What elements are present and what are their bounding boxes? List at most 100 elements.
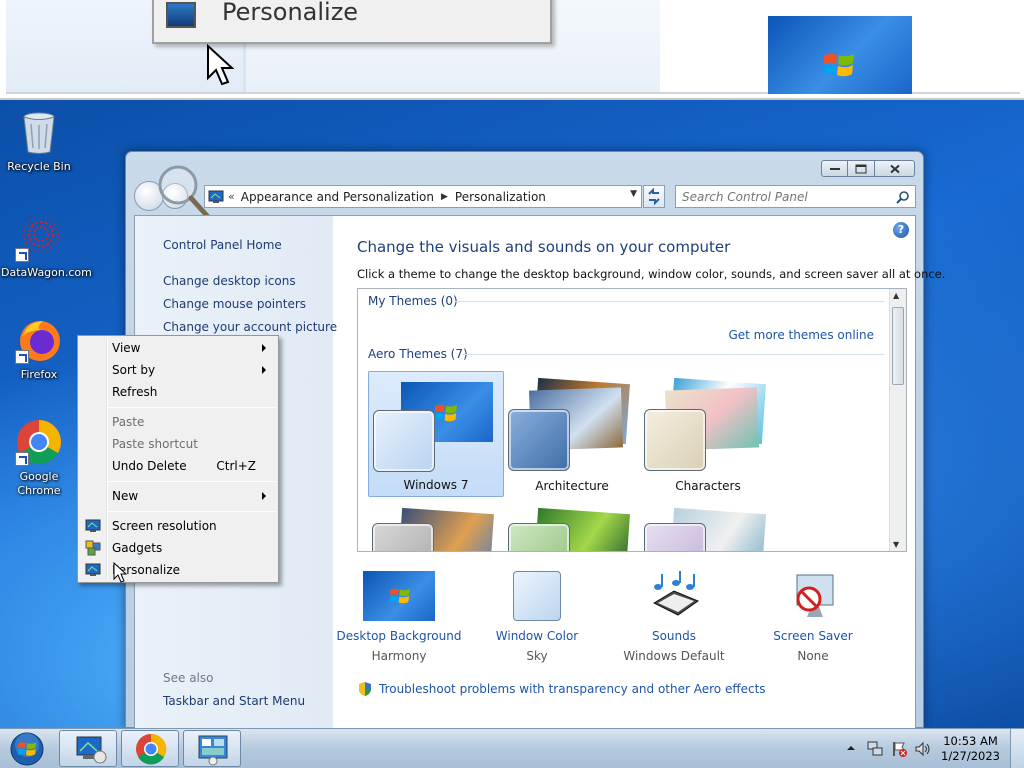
desktop-icon-label: DataWagon.com <box>1 266 92 279</box>
menu-item-new[interactable]: New <box>80 485 276 507</box>
navigation-bar: « Appearance and Personalization ▶ Perso… <box>134 165 916 222</box>
scroll-down-icon[interactable]: ▼ <box>893 540 899 549</box>
help-icon[interactable]: ? <box>893 222 909 238</box>
sounds-setting[interactable]: Sounds Windows Default <box>604 571 744 663</box>
show-hidden-icons-icon[interactable] <box>846 743 856 753</box>
scrollbar-thumb[interactable] <box>892 307 904 385</box>
desktop-context-menu: View Sort by Refresh Paste Paste shortcu… <box>77 335 279 583</box>
theme-list[interactable]: My Themes (0) Get more themes online Aer… <box>357 288 907 552</box>
theme-color-swatch <box>644 409 706 471</box>
window-color-setting[interactable]: Window Color Sky <box>467 571 607 663</box>
gadgets-icon <box>198 735 228 766</box>
menu-item-personalize[interactable]: Personalize <box>80 559 276 581</box>
action-center-flag-icon[interactable] <box>890 740 908 758</box>
windows-flag-icon <box>823 53 854 77</box>
control-panel-icon <box>76 736 107 764</box>
menu-item-label: Screen resolution <box>112 519 217 533</box>
shortcut-arrow-icon <box>15 452 29 466</box>
troubleshoot-link[interactable]: Troubleshoot problems with transparency … <box>357 681 766 697</box>
setting-value: Harmony <box>371 649 427 663</box>
refresh-button[interactable] <box>643 185 665 208</box>
desktop-icon-recycle-bin[interactable]: Recycle Bin <box>1 108 77 174</box>
close-icon <box>889 164 900 173</box>
link-taskbar-start-menu[interactable]: Taskbar and Start Menu <box>163 694 305 708</box>
breadcrumb-separator-icon[interactable]: ▶ <box>441 192 448 202</box>
menu-item-label: Sort by <box>112 363 156 377</box>
link-change-mouse-pointers[interactable]: Change mouse pointers <box>163 297 306 311</box>
menu-separator <box>108 511 276 512</box>
menu-separator <box>108 481 276 482</box>
close-button[interactable] <box>875 160 915 177</box>
show-desktop-button[interactable] <box>1010 729 1024 768</box>
desktop-icon-label: Google Chrome <box>17 470 61 497</box>
theme-label: Architecture <box>535 479 609 493</box>
search-box[interactable] <box>675 185 916 208</box>
theme-color-swatch <box>644 523 706 551</box>
menu-item-gadgets[interactable]: Gadgets <box>80 537 276 559</box>
menu-item-view[interactable]: View <box>80 337 276 359</box>
setting-value: None <box>797 649 829 663</box>
scroll-up-icon[interactable]: ▲ <box>893 291 899 300</box>
link-change-desktop-icons[interactable]: Change desktop icons <box>163 274 296 288</box>
desktop-icon-label: Recycle Bin <box>7 160 71 173</box>
minimize-button[interactable] <box>821 160 848 177</box>
link-change-account-picture[interactable]: Change your account picture <box>163 320 337 334</box>
desktop-icon-chrome[interactable]: Google Chrome <box>1 418 77 498</box>
taskbar-chrome[interactable] <box>121 730 179 767</box>
desktop-icon-firefox[interactable]: Firefox <box>1 316 77 382</box>
theme-list-scrollbar[interactable]: ▲ ▼ <box>889 289 906 551</box>
theme-color-swatch <box>508 409 570 471</box>
group-my-themes: My Themes (0) <box>368 294 458 308</box>
menu-item-paste-shortcut[interactable]: Paste shortcut <box>80 433 276 455</box>
minimize-icon <box>829 167 840 170</box>
theme-row-2-item-2[interactable] <box>504 501 640 551</box>
clock-time: 10:53 AM <box>943 734 998 748</box>
get-more-themes-link[interactable]: Get more themes online <box>728 328 874 342</box>
desktop-icon-datawagon[interactable]: DataWagon.com <box>1 214 92 280</box>
overflow-chevron-icon[interactable]: « <box>228 190 235 203</box>
shortcut-arrow-icon <box>15 350 29 364</box>
shortcut-arrow-icon <box>15 248 29 262</box>
link-control-panel-home[interactable]: Control Panel Home <box>163 238 282 252</box>
zoom-theme-thumbnail <box>768 16 912 94</box>
screen-saver-setting[interactable]: Screen Saver None <box>743 571 883 663</box>
menu-item-sort-by[interactable]: Sort by <box>80 359 276 381</box>
see-also-heading: See also <box>163 671 214 685</box>
theme-architecture[interactable]: Architecture <box>504 371 640 497</box>
control-panel-icon <box>208 190 224 203</box>
theme-row-2-item-3[interactable] <box>640 501 776 551</box>
menu-item-refresh[interactable]: Refresh <box>80 381 276 403</box>
theme-label: Characters <box>675 479 741 493</box>
taskbar-gadgets[interactable] <box>183 730 241 767</box>
menu-item-undo-delete[interactable]: Undo Delete Ctrl+Z <box>80 455 276 477</box>
address-dropdown-icon[interactable]: ▼ <box>630 189 637 199</box>
theme-color-swatch <box>373 410 435 472</box>
submenu-arrow-icon <box>262 492 266 500</box>
theme-windows-7[interactable]: Windows 7 <box>368 371 504 497</box>
personalize-icon <box>166 2 196 28</box>
volume-icon[interactable] <box>914 740 932 758</box>
search-input[interactable] <box>682 189 882 204</box>
monitor-icon <box>85 519 101 532</box>
magnifier-zoom-view: Personalize <box>0 0 1024 100</box>
maximize-button[interactable] <box>848 160 875 177</box>
address-bar[interactable]: « Appearance and Personalization ▶ Perso… <box>204 185 642 208</box>
clock[interactable]: 10:53 AM 1/27/2023 <box>941 734 1000 764</box>
desktop-background-icon <box>363 571 435 621</box>
desktop-background-setting[interactable]: Desktop Background Harmony <box>329 571 469 663</box>
menu-item-screen-resolution[interactable]: Screen resolution <box>80 515 276 537</box>
start-button[interactable] <box>4 729 50 768</box>
taskbar-control-panel[interactable] <box>59 730 117 767</box>
menu-item-paste[interactable]: Paste <box>80 411 276 433</box>
network-icon[interactable] <box>866 740 884 758</box>
breadcrumb-root[interactable]: Appearance and Personalization <box>241 190 434 204</box>
breadcrumb-current[interactable]: Personalization <box>455 190 546 204</box>
personalize-icon <box>85 563 101 576</box>
theme-characters[interactable]: Characters <box>640 371 776 497</box>
theme-row-2-item-1[interactable] <box>368 501 504 551</box>
clock-date: 1/27/2023 <box>941 749 1000 763</box>
menu-item-label: Gadgets <box>112 541 163 555</box>
menu-item-label: Refresh <box>112 385 158 399</box>
search-icon[interactable] <box>896 190 910 204</box>
zoom-menu-label: Personalize <box>222 0 359 26</box>
